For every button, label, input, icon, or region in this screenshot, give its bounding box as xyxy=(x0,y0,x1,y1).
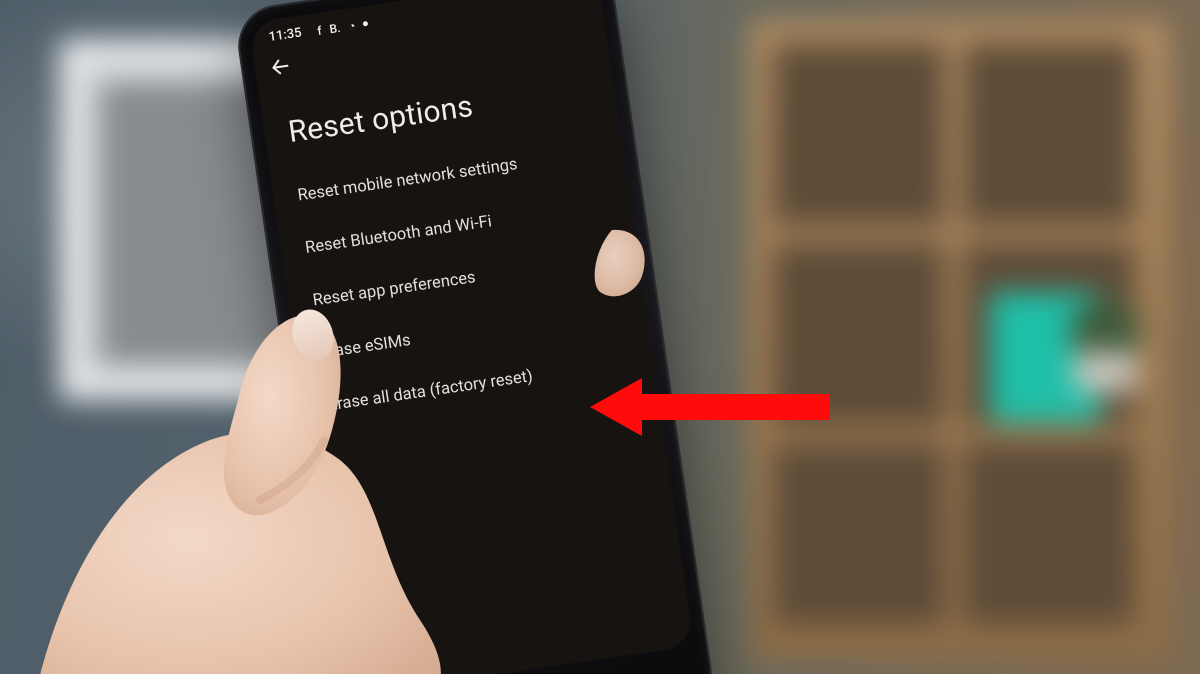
options-list: Reset mobile network settings Reset Blue… xyxy=(270,123,656,435)
letter-b-icon: B. xyxy=(329,21,342,34)
plant xyxy=(1070,300,1140,360)
facebook-icon: f xyxy=(317,24,323,36)
dot-icon xyxy=(363,21,369,27)
back-arrow-icon[interactable] xyxy=(268,54,293,79)
status-time: 11:35 xyxy=(268,25,303,45)
status-icons: f B. ◔ xyxy=(317,17,370,36)
scene-photo: 11:35 f B. ◔ Reset options Res xyxy=(0,0,1200,674)
plant-pot xyxy=(1074,352,1136,392)
clock-icon: ◔ xyxy=(347,19,356,32)
